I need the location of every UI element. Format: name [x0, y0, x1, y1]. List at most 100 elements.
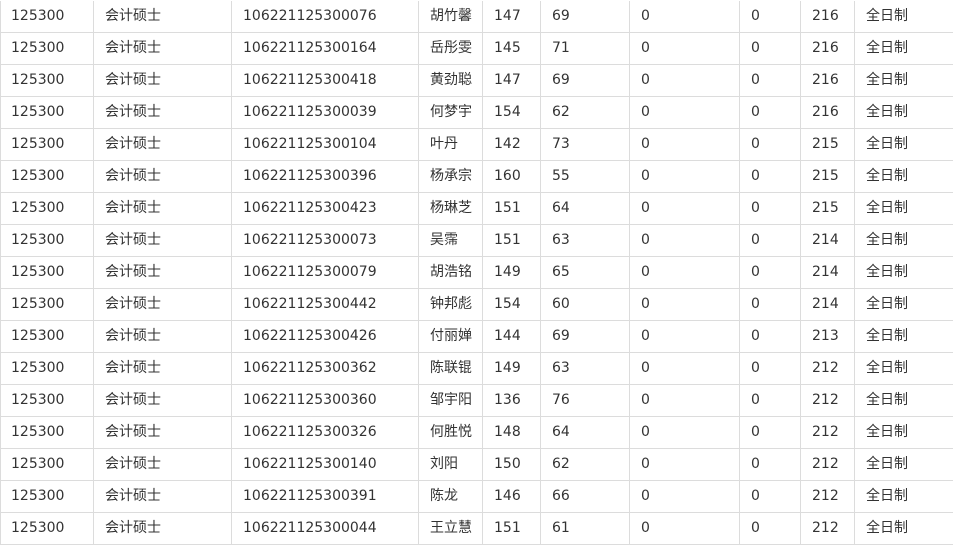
- major-code-cell: 125300: [1, 225, 94, 257]
- exam-id-cell: 106221125300044: [232, 513, 419, 545]
- major-name-cell: 会计硕士: [94, 513, 232, 545]
- score-1-cell: 146: [483, 481, 541, 513]
- total-score-cell: 216: [801, 33, 855, 65]
- score-4-cell: 0: [740, 321, 801, 353]
- score-1-cell: 151: [483, 193, 541, 225]
- exam-id-cell: 106221125300360: [232, 385, 419, 417]
- score-4-cell: 0: [740, 65, 801, 97]
- major-name-cell: 会计硕士: [94, 129, 232, 161]
- score-1-cell: 149: [483, 257, 541, 289]
- table-row: 125300会计硕士106221125300396杨承宗1605500215全日…: [1, 161, 953, 193]
- total-score-cell: 214: [801, 289, 855, 321]
- score-3-cell: 0: [630, 289, 740, 321]
- study-mode-cell: 全日制: [855, 417, 953, 449]
- study-mode-cell: 全日制: [855, 289, 953, 321]
- total-score-cell: 212: [801, 385, 855, 417]
- exam-id-cell: 106221125300396: [232, 161, 419, 193]
- major-name-cell: 会计硕士: [94, 33, 232, 65]
- score-4-cell: 0: [740, 257, 801, 289]
- score-1-cell: 149: [483, 353, 541, 385]
- score-4-cell: 0: [740, 385, 801, 417]
- student-name-cell: 陈龙: [419, 481, 483, 513]
- score-2-cell: 73: [541, 129, 630, 161]
- table-row: 125300会计硕士106221125300140刘阳1506200212全日制: [1, 449, 953, 481]
- score-2-cell: 63: [541, 353, 630, 385]
- major-code-cell: 125300: [1, 353, 94, 385]
- table-row: 125300会计硕士106221125300104叶丹1427300215全日制: [1, 129, 953, 161]
- major-name-cell: 会计硕士: [94, 161, 232, 193]
- score-4-cell: 0: [740, 225, 801, 257]
- score-2-cell: 69: [541, 1, 630, 33]
- study-mode-cell: 全日制: [855, 385, 953, 417]
- study-mode-cell: 全日制: [855, 1, 953, 33]
- score-1-cell: 154: [483, 97, 541, 129]
- table-row: 125300会计硕士106221125300362陈联锟1496300212全日…: [1, 353, 953, 385]
- score-3-cell: 0: [630, 513, 740, 545]
- student-name-cell: 刘阳: [419, 449, 483, 481]
- score-2-cell: 63: [541, 225, 630, 257]
- major-code-cell: 125300: [1, 321, 94, 353]
- major-code-cell: 125300: [1, 97, 94, 129]
- score-3-cell: 0: [630, 257, 740, 289]
- exam-id-cell: 106221125300362: [232, 353, 419, 385]
- score-1-cell: 144: [483, 321, 541, 353]
- score-4-cell: 0: [740, 1, 801, 33]
- score-2-cell: 61: [541, 513, 630, 545]
- table-row: 125300会计硕士106221125300426付丽婵1446900213全日…: [1, 321, 953, 353]
- study-mode-cell: 全日制: [855, 353, 953, 385]
- total-score-cell: 216: [801, 65, 855, 97]
- total-score-cell: 214: [801, 225, 855, 257]
- score-table: 125300会计硕士106221125300076胡竹馨1476900216全日…: [0, 1, 953, 545]
- score-4-cell: 0: [740, 481, 801, 513]
- table-row: 125300会计硕士106221125300073吴霈1516300214全日制: [1, 225, 953, 257]
- table-row: 125300会计硕士106221125300442钟邦彪1546000214全日…: [1, 289, 953, 321]
- score-3-cell: 0: [630, 129, 740, 161]
- score-2-cell: 62: [541, 97, 630, 129]
- major-name-cell: 会计硕士: [94, 481, 232, 513]
- score-4-cell: 0: [740, 97, 801, 129]
- total-score-cell: 216: [801, 97, 855, 129]
- total-score-cell: 214: [801, 257, 855, 289]
- major-code-cell: 125300: [1, 1, 94, 33]
- exam-id-cell: 106221125300391: [232, 481, 419, 513]
- score-3-cell: 0: [630, 161, 740, 193]
- study-mode-cell: 全日制: [855, 257, 953, 289]
- score-3-cell: 0: [630, 481, 740, 513]
- total-score-cell: 212: [801, 513, 855, 545]
- score-2-cell: 76: [541, 385, 630, 417]
- study-mode-cell: 全日制: [855, 449, 953, 481]
- study-mode-cell: 全日制: [855, 193, 953, 225]
- major-name-cell: 会计硕士: [94, 1, 232, 33]
- major-code-cell: 125300: [1, 417, 94, 449]
- student-name-cell: 岳彤雯: [419, 33, 483, 65]
- student-name-cell: 何胜悦: [419, 417, 483, 449]
- major-code-cell: 125300: [1, 193, 94, 225]
- score-3-cell: 0: [630, 97, 740, 129]
- study-mode-cell: 全日制: [855, 33, 953, 65]
- major-code-cell: 125300: [1, 33, 94, 65]
- score-2-cell: 64: [541, 417, 630, 449]
- score-1-cell: 151: [483, 225, 541, 257]
- score-3-cell: 0: [630, 1, 740, 33]
- table-row: 125300会计硕士106221125300039何梦宇1546200216全日…: [1, 97, 953, 129]
- table-row: 125300会计硕士106221125300391陈龙1466600212全日制: [1, 481, 953, 513]
- study-mode-cell: 全日制: [855, 225, 953, 257]
- major-name-cell: 会计硕士: [94, 353, 232, 385]
- score-4-cell: 0: [740, 353, 801, 385]
- score-3-cell: 0: [630, 33, 740, 65]
- score-1-cell: 150: [483, 449, 541, 481]
- total-score-cell: 215: [801, 129, 855, 161]
- score-2-cell: 69: [541, 65, 630, 97]
- exam-id-cell: 106221125300140: [232, 449, 419, 481]
- exam-id-cell: 106221125300079: [232, 257, 419, 289]
- student-name-cell: 黄劲聪: [419, 65, 483, 97]
- student-name-cell: 邹宇阳: [419, 385, 483, 417]
- major-name-cell: 会计硕士: [94, 321, 232, 353]
- total-score-cell: 213: [801, 321, 855, 353]
- score-2-cell: 71: [541, 33, 630, 65]
- major-name-cell: 会计硕士: [94, 65, 232, 97]
- total-score-cell: 212: [801, 481, 855, 513]
- score-1-cell: 160: [483, 161, 541, 193]
- exam-id-cell: 106221125300426: [232, 321, 419, 353]
- major-code-cell: 125300: [1, 161, 94, 193]
